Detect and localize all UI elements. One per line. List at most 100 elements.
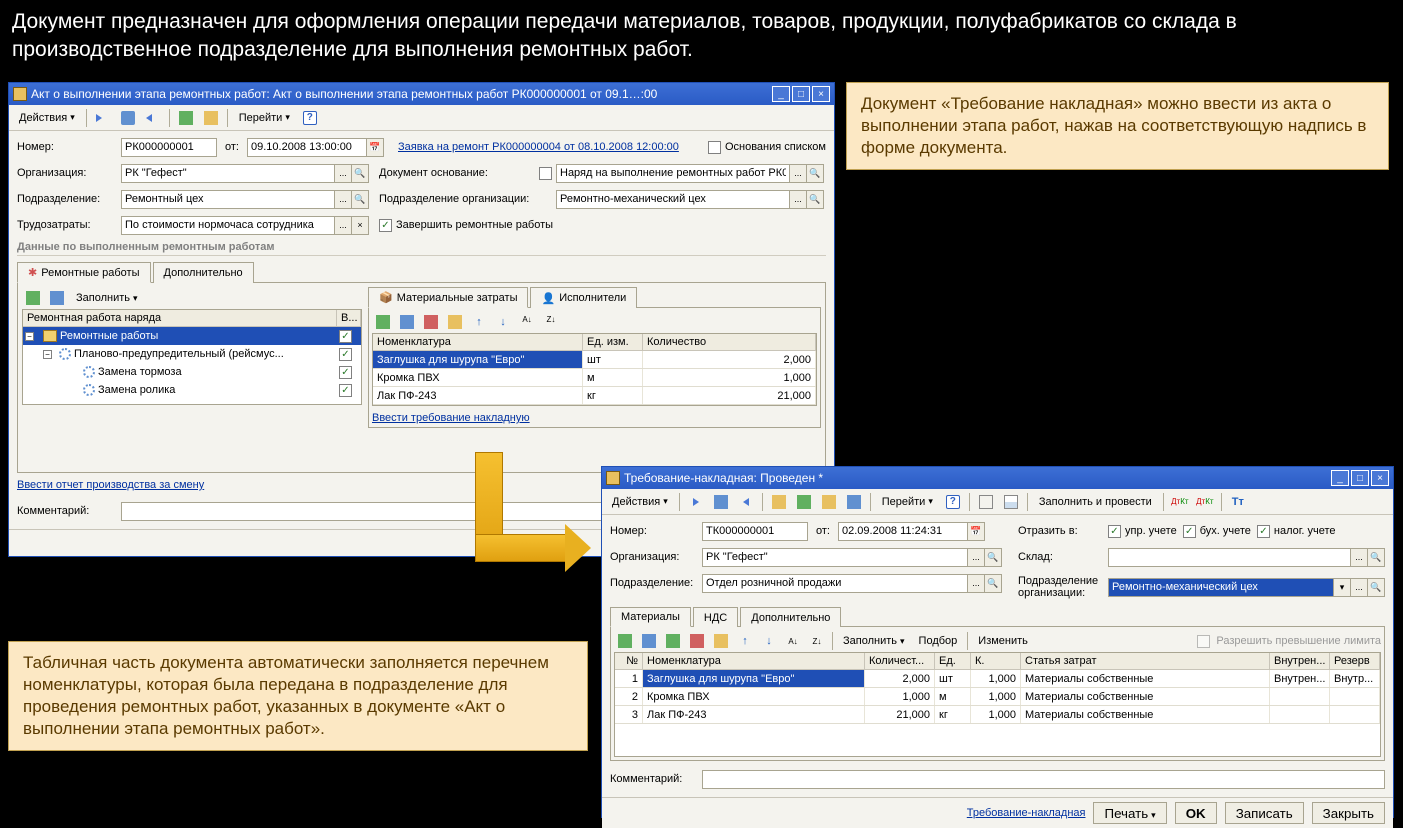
save-button[interactable]: Записать: [1225, 802, 1304, 824]
materials-table[interactable]: № Номенклатура Количест... Ед. К. Статья…: [614, 652, 1381, 757]
actions-menu[interactable]: Действия: [606, 492, 674, 512]
mat-del[interactable]: [420, 313, 442, 331]
struct-button[interactable]: [200, 108, 222, 128]
dept-select-button[interactable]: ...: [967, 574, 985, 593]
goto-menu[interactable]: Перейти: [876, 492, 939, 512]
orgdept-input[interactable]: [1108, 578, 1334, 597]
org-search-button[interactable]: 🔍: [984, 548, 1002, 567]
minimize-button[interactable]: _: [772, 86, 790, 102]
close-button[interactable]: Закрыть: [1312, 802, 1385, 824]
tt-button[interactable]: Тт: [1227, 492, 1249, 512]
tab-nds[interactable]: НДС: [693, 607, 738, 627]
tree-check[interactable]: [339, 366, 352, 379]
date-input[interactable]: [247, 138, 367, 157]
org-select-button[interactable]: ...: [334, 164, 352, 183]
dept-search-button[interactable]: 🔍: [351, 190, 369, 209]
warehouse-input[interactable]: [1108, 548, 1351, 567]
org-input[interactable]: [121, 164, 335, 183]
row-add[interactable]: [614, 632, 636, 650]
pick-button[interactable]: Подбор: [913, 632, 964, 650]
tab-materials[interactable]: 📦Материальные затраты: [368, 287, 528, 308]
help-button[interactable]: ?: [299, 108, 321, 128]
row-down[interactable]: ↓: [758, 632, 780, 650]
row-edit[interactable]: [662, 632, 684, 650]
tree-toggle[interactable]: −: [43, 350, 52, 359]
mat-sort-asc[interactable]: A↓: [516, 313, 538, 331]
nav-back-button[interactable]: [685, 492, 707, 512]
works-tree[interactable]: Ремонтная работа наряда В... − Ремонтные…: [22, 309, 362, 405]
tree-tool-2[interactable]: [46, 289, 68, 307]
table-row[interactable]: Лак ПФ-243 кг 21,000: [373, 387, 816, 405]
tree-tool-1[interactable]: [22, 289, 44, 307]
table-row[interactable]: 2 Кромка ПВХ 1,000 м 1,000 Материалы соб…: [615, 688, 1380, 706]
ok-button[interactable]: OK: [1175, 802, 1217, 824]
mat-down[interactable]: ↓: [492, 313, 514, 331]
orgdept-select-button[interactable]: ...: [1350, 578, 1368, 597]
copy-button[interactable]: [768, 492, 790, 512]
labor-select-button[interactable]: ...: [334, 216, 352, 235]
date-input[interactable]: [838, 522, 968, 541]
mat-sort-desc[interactable]: Z↓: [540, 313, 562, 331]
date-picker-button[interactable]: 📅: [366, 138, 384, 157]
nav-back-button[interactable]: [92, 108, 114, 128]
post-button[interactable]: [175, 108, 197, 128]
titlebar[interactable]: Требование-накладная: Проведен * _ □ ×: [602, 467, 1393, 489]
complete-checkbox[interactable]: [379, 219, 392, 232]
number-input[interactable]: [121, 138, 217, 157]
tab-materials[interactable]: Материалы: [610, 607, 691, 627]
struct-button[interactable]: [818, 492, 840, 512]
org-select-button[interactable]: ...: [967, 548, 985, 567]
orgdept-search-button[interactable]: 🔍: [806, 190, 824, 209]
refresh-button[interactable]: [117, 108, 139, 128]
row-del[interactable]: [686, 632, 708, 650]
sort-desc[interactable]: Z↓: [806, 632, 828, 650]
tree-fill-button[interactable]: Заполнить: [70, 289, 144, 307]
tree-check[interactable]: [339, 348, 352, 361]
labor-clear-button[interactable]: ×: [351, 216, 369, 235]
dept-input[interactable]: [121, 190, 335, 209]
close-button[interactable]: ×: [1371, 470, 1389, 486]
tab-works[interactable]: ✱Ремонтные работы: [17, 262, 151, 283]
tab-performers[interactable]: 👤Исполнители: [530, 287, 637, 308]
row-up[interactable]: ↑: [734, 632, 756, 650]
acct-checkbox[interactable]: [1183, 525, 1196, 538]
number-input[interactable]: [702, 522, 808, 541]
basisdoc-search-button[interactable]: 🔍: [806, 164, 824, 183]
tab-extra[interactable]: Дополнительно: [153, 262, 254, 283]
basis-list-checkbox[interactable]: [708, 141, 721, 154]
fill-post-button[interactable]: Заполнить и провести: [1033, 492, 1158, 512]
fill-menu[interactable]: Заполнить: [837, 632, 911, 650]
table-row[interactable]: 1 Заглушка для шурупа "Евро" 2,000 шт 1,…: [615, 670, 1380, 688]
org-input[interactable]: [702, 548, 968, 567]
mat-clear[interactable]: [444, 313, 466, 331]
footer-doc-name[interactable]: Требование-накладная: [967, 807, 1086, 819]
maximize-button[interactable]: □: [1351, 470, 1369, 486]
minimize-button[interactable]: _: [1331, 470, 1349, 486]
nav-fwd-button[interactable]: [735, 492, 757, 512]
list-button[interactable]: [975, 492, 997, 512]
mat-add[interactable]: [372, 313, 394, 331]
table-row[interactable]: Заглушка для шурупа "Евро" шт 2,000: [373, 351, 816, 369]
maximize-button[interactable]: □: [792, 86, 810, 102]
mat-up[interactable]: ↑: [468, 313, 490, 331]
row-clear[interactable]: [710, 632, 732, 650]
tree-check[interactable]: [339, 330, 352, 343]
change-button[interactable]: Изменить: [972, 632, 1034, 650]
titlebar[interactable]: Акт о выполнении этапа ремонтных работ: …: [9, 83, 834, 105]
orgdept-search-button[interactable]: 🔍: [1367, 578, 1385, 597]
request-link[interactable]: Заявка на ремонт РК000000004 от 08.10.20…: [398, 141, 679, 153]
table-row[interactable]: 3 Лак ПФ-243 21,000 кг 1,000 Материалы с…: [615, 706, 1380, 724]
date-picker-button[interactable]: 📅: [967, 522, 985, 541]
enter-report-link[interactable]: Ввести отчет производства за смену: [17, 479, 204, 491]
org-search-button[interactable]: 🔍: [351, 164, 369, 183]
tree-check[interactable]: [339, 384, 352, 397]
orgdept-select-button[interactable]: ...: [789, 190, 807, 209]
orgdept-input[interactable]: [556, 190, 790, 209]
tax-checkbox[interactable]: [1257, 525, 1270, 538]
post-button[interactable]: [793, 492, 815, 512]
mgmt-checkbox[interactable]: [1108, 525, 1121, 538]
form-button[interactable]: [1000, 492, 1022, 512]
nav-fwd-button[interactable]: [142, 108, 164, 128]
actions-menu[interactable]: Действия: [13, 108, 81, 128]
tab-extra[interactable]: Дополнительно: [740, 607, 841, 627]
